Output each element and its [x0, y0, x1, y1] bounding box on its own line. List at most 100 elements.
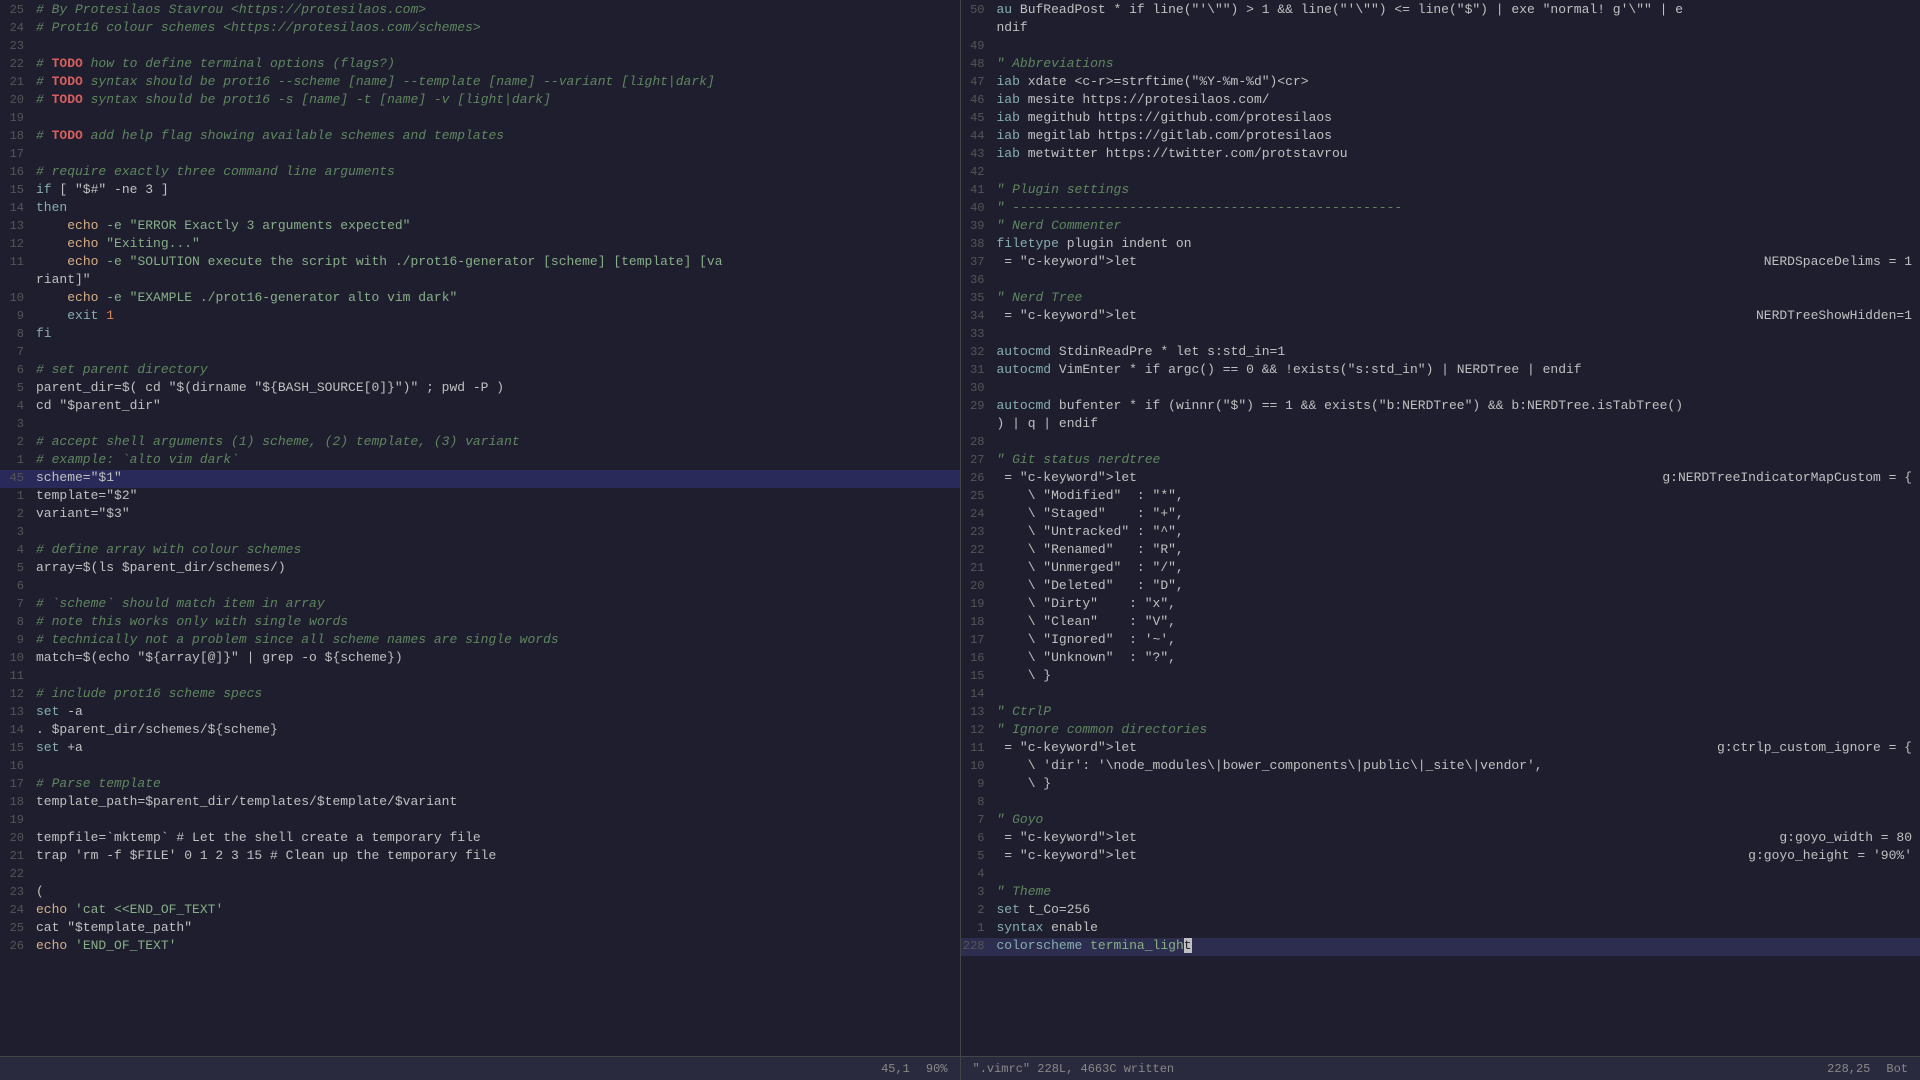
- line-number: 4: [0, 543, 36, 557]
- line-content: # set parent directory: [36, 362, 952, 377]
- code-line: 23 \ "Untracked" : "^",: [961, 524, 1920, 542]
- code-line: 45 scheme="$1": [0, 470, 960, 488]
- line-number: 9: [0, 633, 36, 647]
- line-content: [36, 110, 952, 125]
- line-number: 42: [961, 165, 997, 179]
- line-number: 45: [0, 471, 36, 485]
- line-content: set t_Co=256: [997, 902, 1913, 917]
- line-content: set -a: [36, 704, 952, 719]
- code-line: 4 cd "$parent_dir": [0, 398, 960, 416]
- code-line: 38 filetype plugin indent on: [961, 236, 1920, 254]
- line-content: echo -e "ERROR Exactly 3 arguments expec…: [36, 218, 952, 233]
- line-number: 10: [961, 759, 997, 773]
- line-number: 43: [961, 147, 997, 161]
- line-number: 38: [961, 237, 997, 251]
- line-content: iab megitlab https://gitlab.com/protesil…: [997, 128, 1913, 143]
- line-content: autocmd VimEnter * if argc() == 0 && !ex…: [997, 362, 1913, 377]
- code-line: 26 echo 'END_OF_TEXT': [0, 938, 960, 956]
- line-content: [997, 272, 1913, 287]
- line-number: 15: [0, 741, 36, 755]
- line-content: # include prot16 scheme specs: [36, 686, 952, 701]
- line-number: 3: [961, 885, 997, 899]
- code-line: 6: [0, 578, 960, 596]
- code-line: 19: [0, 812, 960, 830]
- code-line: 44 iab megitlab https://gitlab.com/prote…: [961, 128, 1920, 146]
- code-line: 228 colorscheme termina_light: [961, 938, 1920, 956]
- right-code-area[interactable]: 50 au BufReadPost * if line("'\"") > 1 &…: [961, 0, 1920, 1056]
- line-number: 21: [0, 75, 36, 89]
- line-number: 2: [0, 435, 36, 449]
- code-line: 20 \ "Deleted" : "D",: [961, 578, 1920, 596]
- left-status-bar: 45,1 90%: [0, 1056, 960, 1080]
- line-number: 2: [0, 507, 36, 521]
- line-content: \ "Ignored" : '~',: [997, 632, 1913, 647]
- code-line: 12 echo "Exiting...": [0, 236, 960, 254]
- line-number: 47: [961, 75, 997, 89]
- line-content: # TODO how to define terminal options (f…: [36, 56, 952, 71]
- code-line: 21 \ "Unmerged" : "/",: [961, 560, 1920, 578]
- code-line: ndif: [961, 20, 1920, 38]
- line-number: 228: [961, 939, 997, 953]
- line-number: 14: [0, 723, 36, 737]
- line-content: " Goyo: [997, 812, 1913, 827]
- line-number: 16: [0, 759, 36, 773]
- line-content: echo 'END_OF_TEXT': [36, 938, 952, 953]
- code-line: 4: [961, 866, 1920, 884]
- code-line: 14 . $parent_dir/schemes/${scheme}: [0, 722, 960, 740]
- line-content: riant]": [36, 272, 952, 287]
- line-content: # By Protesilaos Stavrou <https://protes…: [36, 2, 952, 17]
- line-content: [997, 434, 1913, 449]
- line-number: 1: [0, 489, 36, 503]
- line-number: 12: [0, 237, 36, 251]
- line-number: 7: [961, 813, 997, 827]
- code-line: 2 # accept shell arguments (1) scheme, (…: [0, 434, 960, 452]
- line-content: # Prot16 colour schemes <https://protesi…: [36, 20, 952, 35]
- code-line: 12 # include prot16 scheme specs: [0, 686, 960, 704]
- code-line: 15 set +a: [0, 740, 960, 758]
- line-content: " Ignore common directories: [997, 722, 1913, 737]
- line-content: syntax enable: [997, 920, 1913, 935]
- line-content: [36, 578, 952, 593]
- code-line: 48 " Abbreviations: [961, 56, 1920, 74]
- code-line: 39 " Nerd Commenter: [961, 218, 1920, 236]
- line-content: [997, 326, 1913, 341]
- line-content: [36, 344, 952, 359]
- line-content: \ "Modified" : "*",: [997, 488, 1913, 503]
- line-number: 23: [961, 525, 997, 539]
- code-line: 22 \ "Renamed" : "R",: [961, 542, 1920, 560]
- line-content: \ "Unknown" : "?",: [997, 650, 1913, 665]
- line-content: [36, 812, 952, 827]
- code-line: 17 \ "Ignored" : '~',: [961, 632, 1920, 650]
- line-number: 13: [961, 705, 997, 719]
- line-content: # note this works only with single words: [36, 614, 952, 629]
- line-number: 23: [0, 39, 36, 53]
- line-content: (: [36, 884, 952, 899]
- line-number: 5: [0, 561, 36, 575]
- line-number: 28: [961, 435, 997, 449]
- code-line: 24 echo 'cat <<END_OF_TEXT': [0, 902, 960, 920]
- code-line: 17: [0, 146, 960, 164]
- code-line: 33: [961, 326, 1920, 344]
- line-number: 17: [961, 633, 997, 647]
- line-content: [36, 668, 952, 683]
- line-content: \ "Dirty" : "x",: [997, 596, 1913, 611]
- left-code-area[interactable]: 2 5 # By Protesilaos Stavrou <https://pro…: [0, 0, 960, 1056]
- line-content: . $parent_dir/schemes/${scheme}: [36, 722, 952, 737]
- code-line: 13 set -a: [0, 704, 960, 722]
- line-number: 17: [0, 147, 36, 161]
- line-content: \ "Clean" : "V",: [997, 614, 1913, 629]
- code-line: 45 iab megithub https://github.com/prote…: [961, 110, 1920, 128]
- code-line: 12 " Ignore common directories: [961, 722, 1920, 740]
- code-line: 16 # require exactly three command line …: [0, 164, 960, 182]
- line-number: 7: [0, 597, 36, 611]
- line-content: iab metwitter https://twitter.com/protst…: [997, 146, 1913, 161]
- line-content: " --------------------------------------…: [997, 200, 1913, 215]
- code-line: 22 # TODO how to define terminal options…: [0, 56, 960, 74]
- line-content: [997, 38, 1913, 53]
- line-number: 36: [961, 273, 997, 287]
- code-line: ) | q | endif: [961, 416, 1920, 434]
- code-line: 49: [961, 38, 1920, 56]
- code-line: 21 trap 'rm -f $FILE' 0 1 2 3 15 # Clean…: [0, 848, 960, 866]
- line-number: 9: [0, 309, 36, 323]
- code-line: 30: [961, 380, 1920, 398]
